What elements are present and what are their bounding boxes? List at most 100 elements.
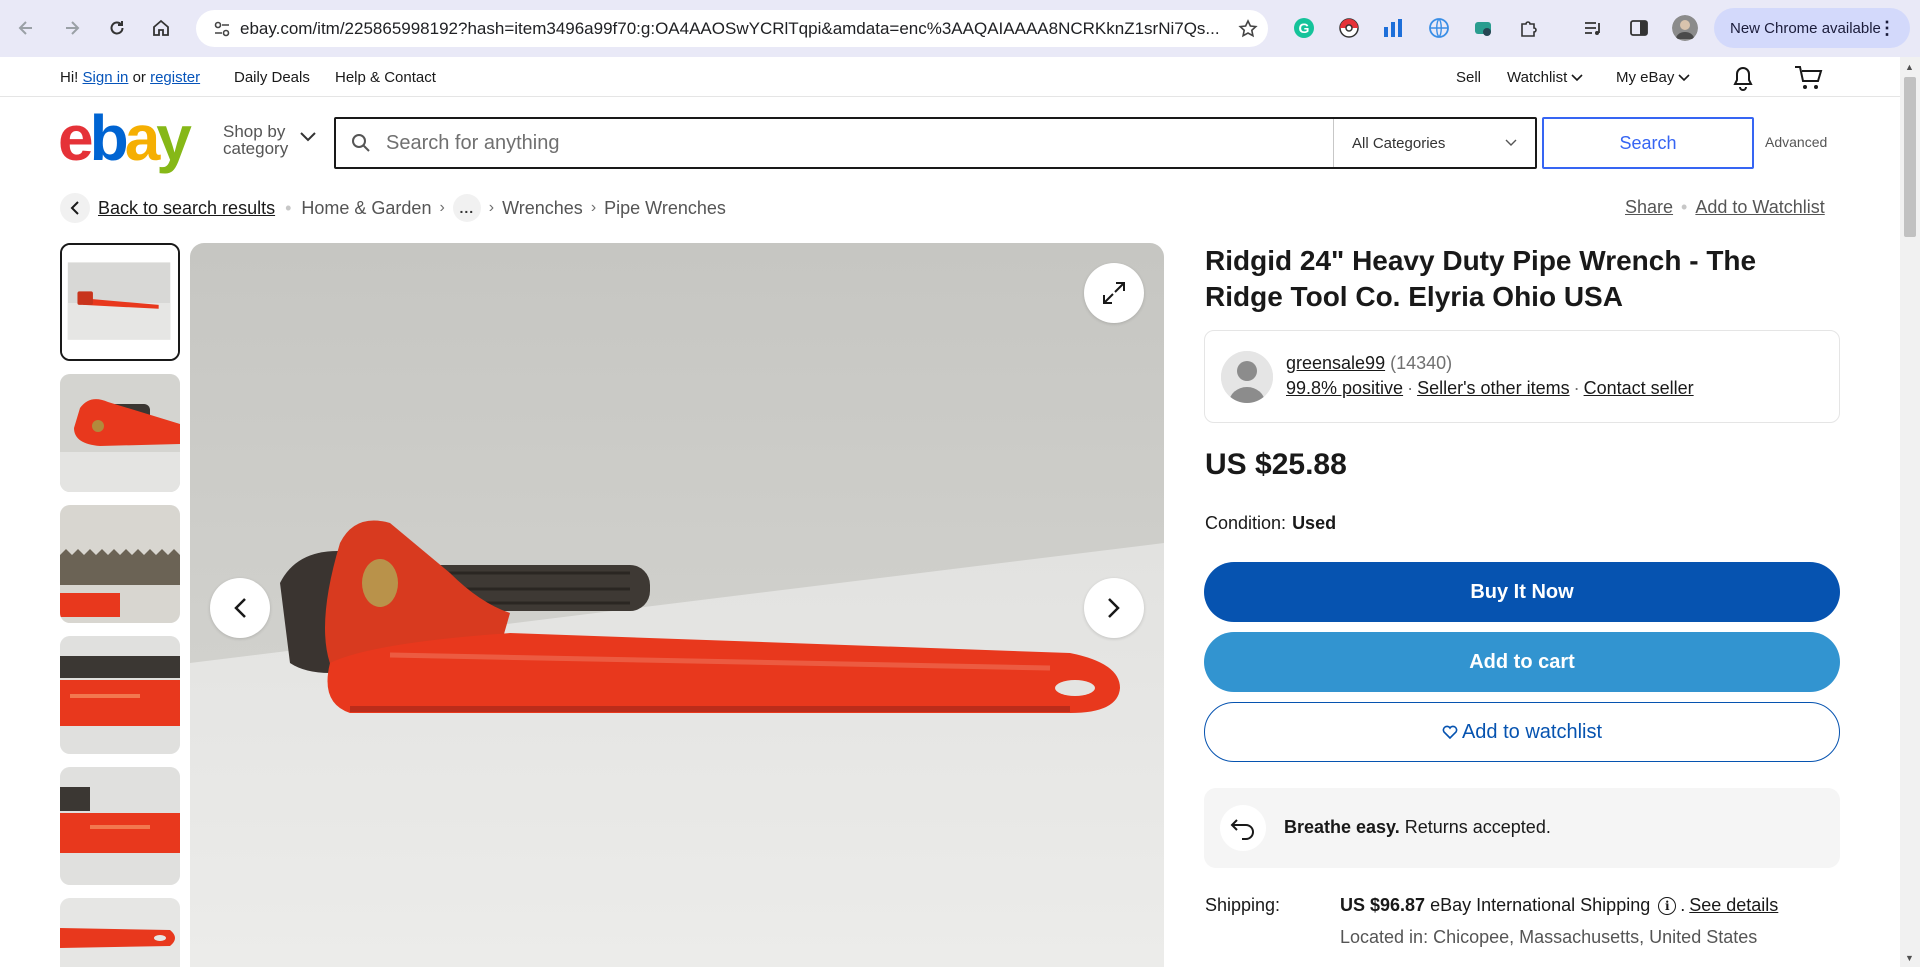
main-product-image[interactable]	[190, 243, 1164, 967]
tool-extension-icon[interactable]	[1470, 15, 1496, 41]
media-controls-icon[interactable]	[1580, 15, 1606, 41]
home-icon[interactable]	[145, 12, 177, 44]
category-select-value: All Categories	[1352, 134, 1446, 152]
breadcrumb-item-home-garden[interactable]: Home & Garden	[301, 198, 431, 219]
add-to-cart-button[interactable]: Add to cart	[1204, 632, 1840, 692]
watchlist-menu[interactable]: Watchlist	[1507, 69, 1583, 86]
chevron-down-icon	[1505, 139, 1517, 146]
item-price: US $25.88	[1205, 448, 1347, 481]
chrome-menu-icon[interactable]: ⋮	[1878, 18, 1896, 39]
seller-name-link[interactable]: greensale99	[1286, 353, 1385, 373]
gallery-thumbnail[interactable]	[60, 898, 180, 967]
scrollbar-thumb[interactable]	[1904, 77, 1916, 237]
search-button[interactable]: Search	[1542, 117, 1754, 169]
site-settings-icon[interactable]	[204, 20, 240, 38]
globe-icon[interactable]	[1426, 15, 1452, 41]
share-link[interactable]: Share	[1625, 197, 1673, 218]
register-link[interactable]: register	[150, 69, 200, 86]
return-arrow-icon	[1220, 805, 1266, 851]
gallery-thumbnail[interactable]	[60, 243, 180, 361]
sign-in-link[interactable]: Sign in	[83, 69, 129, 86]
add-to-watchlist-label: Add to watchlist	[1461, 720, 1603, 743]
separator-dot: •	[285, 197, 292, 218]
search-icon	[336, 133, 386, 153]
next-image-button[interactable]	[1084, 578, 1144, 638]
returns-banner: Breathe easy. Returns accepted.	[1204, 788, 1840, 868]
scroll-down-arrow-icon[interactable]: ▼	[1905, 953, 1914, 963]
address-bar[interactable]: ebay.com/itm/225865998192?hash=item3496a…	[196, 10, 1268, 47]
chevron-down-icon	[1678, 73, 1690, 81]
ebay-logo[interactable]: ebay	[58, 102, 208, 174]
shop-by-category-button[interactable]: Shop by category	[223, 123, 288, 157]
condition-value: Used	[1292, 513, 1337, 533]
condition-row: Condition: Used	[1205, 513, 1336, 534]
chevron-left-icon[interactable]	[60, 193, 90, 223]
back-to-search-link[interactable]: Back to search results	[98, 198, 275, 219]
breadcrumb-ellipsis-button[interactable]: ...	[452, 194, 481, 222]
greeting: Hi! Sign in or register	[60, 69, 200, 86]
breadcrumb-item-wrenches[interactable]: Wrenches	[502, 198, 583, 219]
sellers-other-items-link[interactable]: Seller's other items	[1417, 378, 1570, 398]
chevron-down-icon[interactable]	[300, 132, 316, 142]
scroll-up-arrow-icon[interactable]: ▲	[1905, 62, 1914, 72]
daily-deals-link[interactable]: Daily Deals	[234, 69, 310, 86]
returns-detail-text: Returns accepted.	[1404, 817, 1551, 837]
sell-link[interactable]: Sell	[1456, 69, 1481, 86]
chevron-right-icon: ›	[488, 199, 495, 216]
gallery-thumbnail[interactable]	[60, 374, 180, 492]
grammarly-icon[interactable]: G	[1291, 15, 1317, 41]
shopping-cart-icon[interactable]	[1794, 65, 1824, 95]
see-details-link[interactable]: See details	[1689, 895, 1778, 916]
browser-toolbar: ebay.com/itm/225865998192?hash=item3496a…	[0, 0, 1920, 57]
top-links-bar: Hi! Sign in or register Daily Deals Help…	[0, 57, 1900, 97]
seller-feedback-count: (14340)	[1390, 353, 1453, 373]
url-text: ebay.com/itm/225865998192?hash=item3496a…	[240, 18, 1220, 38]
search-input[interactable]	[386, 131, 1333, 155]
separator-dot: ·	[1573, 378, 1580, 398]
my-ebay-label: My eBay	[1616, 69, 1675, 86]
share-bar: Share • Add to Watchlist	[1625, 197, 1825, 218]
shop-by-label: Shop by	[223, 122, 286, 141]
separator-dot: ·	[1407, 378, 1414, 398]
my-ebay-menu[interactable]: My eBay	[1616, 69, 1690, 86]
back-arrow-icon[interactable]	[10, 12, 42, 44]
page-scrollbar[interactable]: ▲ ▼	[1900, 57, 1920, 967]
gallery-thumbnail[interactable]	[60, 505, 180, 623]
chevron-right-icon	[1108, 598, 1120, 618]
seller-avatar[interactable]	[1221, 351, 1273, 403]
breadcrumb-item-pipe-wrenches[interactable]: Pipe Wrenches	[604, 198, 726, 219]
help-contact-link[interactable]: Help & Contact	[335, 69, 436, 86]
advanced-search-link[interactable]: Advanced	[1765, 134, 1827, 150]
chevron-down-icon	[1571, 73, 1583, 81]
reload-icon[interactable]	[101, 12, 133, 44]
seller-card: greensale99 (14340) 99.8% positive · Selle…	[1204, 330, 1840, 423]
add-to-watchlist-link[interactable]: Add to Watchlist	[1695, 197, 1824, 218]
info-icon[interactable]: i	[1658, 896, 1677, 915]
profile-avatar[interactable]	[1672, 15, 1698, 41]
shipping-value: US $96.87 eBay International Shipping i …	[1340, 895, 1778, 916]
puzzle-icon[interactable]	[1516, 15, 1542, 41]
positive-feedback-link[interactable]: 99.8% positive	[1286, 378, 1403, 398]
listing-title: Ridgid 24" Heavy Duty Pipe Wrench - The …	[1205, 245, 1757, 312]
expand-icon[interactable]	[1084, 263, 1144, 323]
notification-bell-icon[interactable]	[1731, 65, 1755, 95]
previous-image-button[interactable]	[210, 578, 270, 638]
svg-text:G: G	[1299, 20, 1310, 36]
bookmark-star-icon[interactable]	[1228, 18, 1268, 39]
condition-label: Condition:	[1205, 513, 1287, 533]
side-panel-icon[interactable]	[1626, 15, 1652, 41]
buy-it-now-button[interactable]: Buy It Now	[1204, 562, 1840, 622]
watchlist-label: Watchlist	[1507, 69, 1568, 86]
update-chrome-button[interactable]: New Chrome available ⋮	[1714, 8, 1910, 48]
forward-arrow-icon[interactable]	[56, 12, 88, 44]
gallery-thumbnail[interactable]	[60, 636, 180, 754]
chart-icon[interactable]	[1380, 15, 1406, 41]
contact-seller-link[interactable]: Contact seller	[1584, 378, 1694, 398]
update-chrome-label: New Chrome available	[1730, 19, 1881, 37]
add-to-watchlist-button[interactable]: Add to watchlist	[1204, 702, 1840, 762]
category-select[interactable]: All Categories	[1333, 119, 1535, 167]
pokeball-icon[interactable]	[1336, 15, 1362, 41]
separator-dot: •	[1681, 197, 1688, 217]
gallery-thumbnail[interactable]	[60, 767, 180, 885]
shipping-price: US $96.87	[1340, 895, 1426, 915]
